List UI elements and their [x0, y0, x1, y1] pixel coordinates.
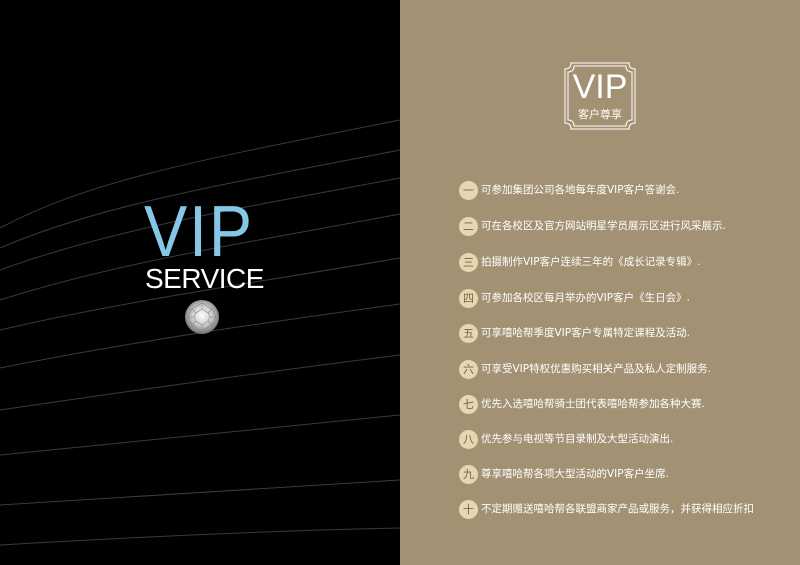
benefit-text: 可参加集团公司各地每年度VIP客户答谢会.: [481, 184, 680, 196]
list-item: 八 优先参与电视等节目录制及大型活动演出.: [459, 429, 673, 449]
list-item: 十 不定期赠送嘻哈帮各联盟商家产品或服务，并获得相应折扣: [459, 499, 754, 519]
list-item: 五 可享嘻哈帮季度VIP客户专属特定课程及活动.: [459, 323, 690, 343]
benefit-text: 可在各校区及官方网站明星学员展示区进行风采展示.: [481, 220, 726, 232]
number-badge: 九: [459, 464, 478, 484]
list-item: 二 可在各校区及官方网站明星学员展示区进行风采展示.: [459, 216, 726, 236]
diamond-icon: [185, 300, 219, 334]
badge-vip-text: VIP: [572, 68, 628, 106]
number-badge: 五: [459, 323, 478, 343]
benefit-text: 可享受VIP特权优惠购买相关产品及私人定制服务.: [481, 363, 711, 375]
number-badge: 七: [459, 394, 478, 414]
vip-title: VIP: [144, 192, 254, 272]
benefit-text: 拍摄制作VIP客户连续三年的《成长记录专辑》.: [481, 256, 701, 268]
list-item: 四 可参加各校区每月举办的VIP客户《生日会》.: [459, 288, 690, 308]
vip-badge: VIP 客户尊享: [563, 61, 637, 131]
service-title: SERVICE: [145, 263, 264, 294]
benefit-text: 不定期赠送嘻哈帮各联盟商家产品或服务，并获得相应折扣: [481, 503, 754, 515]
list-item: 三 拍摄制作VIP客户连续三年的《成长记录专辑》.: [459, 252, 700, 272]
number-badge: 六: [459, 359, 478, 379]
benefit-text: 尊享嘻哈帮各项大型活动的VIP客户坐席.: [481, 468, 669, 480]
number-badge: 八: [459, 429, 478, 449]
benefit-text: 可参加各校区每月举办的VIP客户《生日会》.: [481, 292, 690, 304]
number-badge: 四: [459, 288, 478, 308]
benefit-text: 优先参与电视等节目录制及大型活动演出.: [481, 433, 674, 445]
list-item: 一 可参加集团公司各地每年度VIP客户答谢会.: [459, 180, 679, 200]
badge-subtitle: 客户尊享: [578, 108, 622, 121]
list-item: 六 可享受VIP特权优惠购买相关产品及私人定制服务.: [459, 359, 711, 379]
list-item: 七 优先入选嘻哈帮骑士团代表嘻哈帮参加各种大赛.: [459, 394, 705, 414]
number-badge: 二: [459, 216, 478, 236]
number-badge: 三: [459, 252, 478, 272]
benefit-text: 可享嘻哈帮季度VIP客户专属特定课程及活动.: [481, 327, 690, 339]
number-badge: 一: [459, 180, 478, 200]
left-panel: VIP SERVICE: [0, 0, 400, 565]
list-item: 九 尊享嘻哈帮各项大型活动的VIP客户坐席.: [459, 464, 669, 484]
right-panel: VIP 客户尊享 一 可参加集团公司各地每年度VIP客户答谢会. 二 可在各校区…: [400, 0, 800, 565]
benefit-text: 优先入选嘻哈帮骑士团代表嘻哈帮参加各种大赛.: [481, 398, 705, 410]
number-badge: 十: [459, 499, 478, 519]
